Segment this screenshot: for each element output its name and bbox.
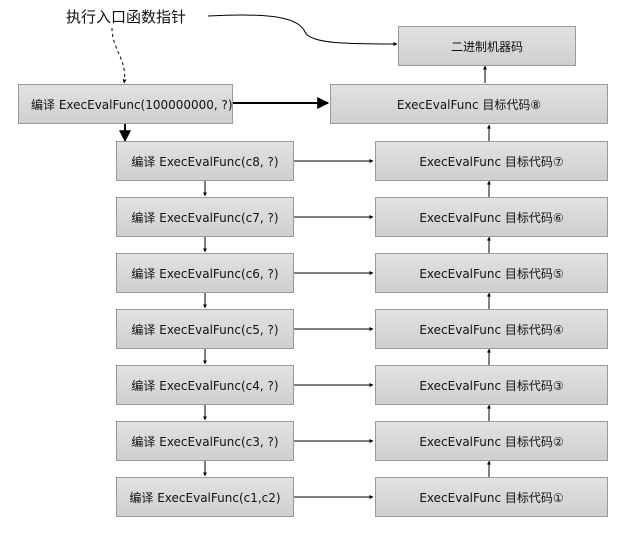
target-code-box: ExecEvalFunc 目标代码②: [375, 421, 608, 461]
compile-box: 编译 ExecEvalFunc(c6, ?): [116, 253, 294, 293]
target-code-box: ExecEvalFunc 目标代码⑦: [375, 141, 608, 181]
target-code-box: ExecEvalFunc 目标代码①: [375, 477, 608, 517]
target-code-box: ExecEvalFunc 目标代码③: [375, 365, 608, 405]
entry-pointer-label: 执行入口函数指针: [66, 8, 187, 26]
compile-flow-diagram: 执行入口函数指针 二进制机器码 编译 ExecEvalFunc(10000000…: [0, 0, 620, 534]
target-code-box: ExecEvalFunc 目标代码⑤: [375, 253, 608, 293]
compile-box: 编译 ExecEvalFunc(c8, ?): [116, 141, 294, 181]
top-target-code-box: ExecEvalFunc 目标代码⑧: [330, 84, 608, 124]
top-compile-box: 编译 ExecEvalFunc(100000000, ?): [18, 84, 233, 124]
entry-to-binary-arrow: [207, 14, 398, 46]
binary-machine-code-box: 二进制机器码: [398, 26, 576, 66]
compile-box: 编译 ExecEvalFunc(c1,c2): [116, 477, 294, 517]
target-code-box: ExecEvalFunc 目标代码⑥: [375, 197, 608, 237]
compile-box: 编译 ExecEvalFunc(c5, ?): [116, 309, 294, 349]
compile-box: 编译 ExecEvalFunc(c4, ?): [116, 365, 294, 405]
compile-box: 编译 ExecEvalFunc(c7, ?): [116, 197, 294, 237]
target-code-box: ExecEvalFunc 目标代码④: [375, 309, 608, 349]
compile-box: 编译 ExecEvalFunc(c3, ?): [116, 421, 294, 461]
entry-to-compile-arrow: [111, 27, 127, 84]
